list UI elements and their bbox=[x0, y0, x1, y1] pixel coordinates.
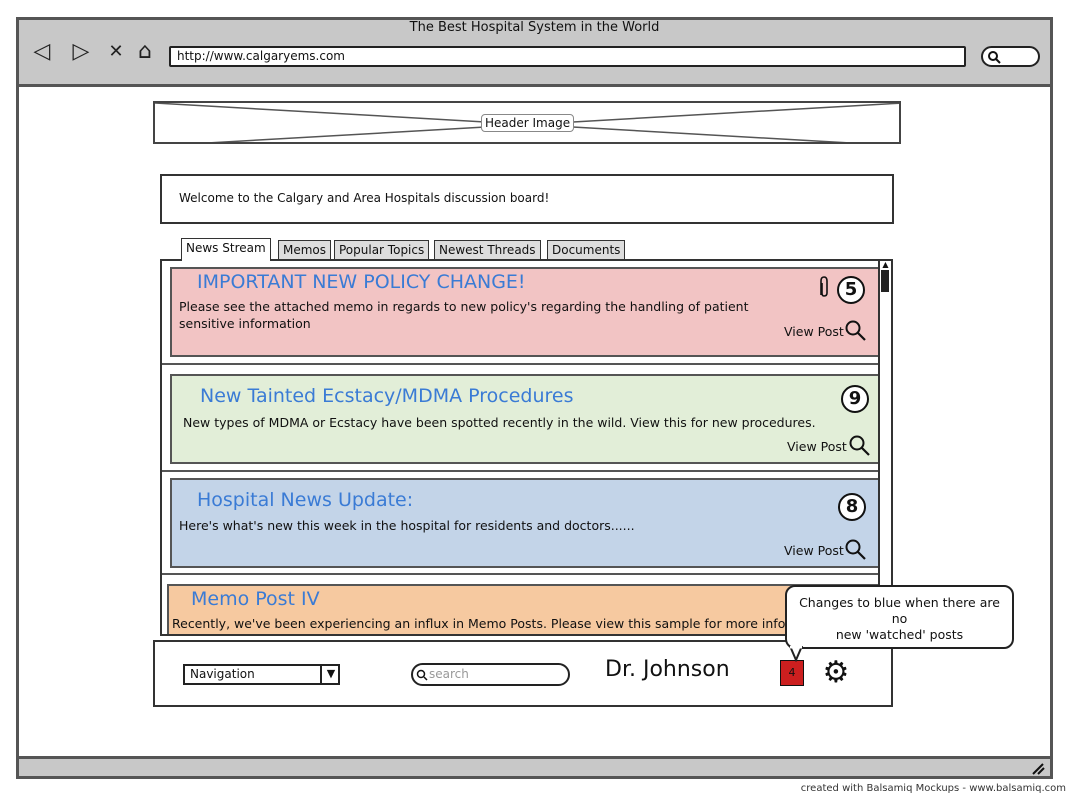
reply-count-badge: 9 bbox=[841, 385, 869, 413]
notification-tooltip: Changes to blue when there are no new 'w… bbox=[785, 585, 1014, 649]
tooltip-line: new 'watched' posts bbox=[835, 627, 964, 642]
magnifier-icon bbox=[416, 669, 428, 681]
scroll-up-arrow-icon[interactable]: ▲ bbox=[881, 261, 890, 269]
browser-search-field[interactable] bbox=[981, 46, 1040, 67]
news-stream-panel[interactable]: IMPORTANT NEW POLICY CHANGE! Please see … bbox=[160, 259, 893, 636]
scrollbar[interactable] bbox=[878, 259, 893, 636]
view-post-link[interactable]: View Post bbox=[784, 324, 844, 339]
post-divider bbox=[162, 470, 893, 472]
navigation-dropdown[interactable]: Navigation bbox=[183, 664, 340, 685]
credit-text: created with Balsamiq Mockups - www.bals… bbox=[800, 783, 1066, 794]
post-card[interactable]: IMPORTANT NEW POLICY CHANGE! Please see … bbox=[170, 267, 880, 357]
tab-popular-topics[interactable]: Popular Topics bbox=[334, 240, 430, 260]
post-title[interactable]: IMPORTANT NEW POLICY CHANGE! bbox=[197, 271, 526, 293]
forward-arrow-icon[interactable]: ▷ bbox=[65, 38, 97, 66]
resize-grip-icon[interactable] bbox=[1030, 761, 1046, 775]
magnifier-icon[interactable] bbox=[844, 538, 868, 562]
post-title[interactable]: New Tainted Ecstacy/MDMA Procedures bbox=[200, 385, 574, 407]
window-title: The Best Hospital System in the World bbox=[409, 20, 660, 35]
view-post-link[interactable]: View Post bbox=[784, 543, 844, 558]
search-placeholder: search bbox=[429, 667, 469, 681]
magnifier-icon bbox=[988, 51, 1001, 64]
notification-badge[interactable]: 4 bbox=[780, 660, 804, 686]
reply-count-badge: 5 bbox=[837, 276, 865, 304]
tooltip-line: Changes to blue when there are bbox=[799, 595, 1000, 610]
post-divider bbox=[162, 363, 893, 365]
home-icon[interactable]: ⌂ bbox=[131, 38, 159, 66]
tab-documents[interactable]: Documents bbox=[547, 240, 626, 260]
post-body: Recently, we've been experiencing an inf… bbox=[172, 616, 835, 631]
scrollbar-thumb[interactable] bbox=[881, 270, 889, 292]
paperclip-icon bbox=[820, 276, 828, 297]
address-bar[interactable]: http://www.calgaryems.com bbox=[169, 46, 966, 67]
tooltip-pointer bbox=[788, 646, 804, 662]
post-body: Please see the attached memo in regards … bbox=[179, 299, 749, 331]
back-arrow-icon[interactable]: ◁ bbox=[26, 38, 58, 66]
gear-icon[interactable]: ⚙ bbox=[818, 656, 854, 692]
post-card[interactable]: Hospital News Update: Here's what's new … bbox=[170, 478, 880, 568]
navigation-dropdown-value: Navigation bbox=[190, 667, 255, 681]
chevron-down-icon[interactable]: ▼ bbox=[320, 664, 340, 685]
view-post-link[interactable]: View Post bbox=[787, 439, 847, 454]
tab-news-stream[interactable]: News Stream bbox=[181, 238, 271, 261]
stop-icon[interactable]: ✕ bbox=[105, 38, 127, 66]
search-input[interactable]: search bbox=[411, 663, 570, 686]
post-body: Here's what's new this week in the hospi… bbox=[179, 518, 635, 533]
post-body: New types of MDMA or Ecstacy have been s… bbox=[183, 415, 816, 430]
post-card[interactable]: Memo Post IV Recently, we've been experi… bbox=[167, 584, 887, 634]
welcome-text: Welcome to the Calgary and Area Hospital… bbox=[179, 191, 550, 205]
magnifier-icon[interactable] bbox=[848, 434, 872, 458]
tooltip-line: no bbox=[891, 611, 908, 626]
status-bar bbox=[16, 756, 1053, 779]
tab-newest-threads[interactable]: Newest Threads bbox=[434, 240, 541, 260]
tab-memos[interactable]: Memos bbox=[278, 240, 332, 260]
user-name: Dr. Johnson bbox=[605, 657, 730, 682]
post-title[interactable]: Hospital News Update: bbox=[197, 489, 413, 511]
post-divider bbox=[162, 573, 893, 575]
reply-count-badge: 8 bbox=[838, 493, 866, 521]
magnifier-icon[interactable] bbox=[844, 319, 868, 343]
post-title[interactable]: Memo Post IV bbox=[191, 588, 320, 610]
header-image-label: Header Image bbox=[481, 114, 575, 132]
post-card[interactable]: New Tainted Ecstacy/MDMA Procedures New … bbox=[170, 374, 880, 464]
welcome-banner: Welcome to the Calgary and Area Hospital… bbox=[160, 174, 894, 224]
